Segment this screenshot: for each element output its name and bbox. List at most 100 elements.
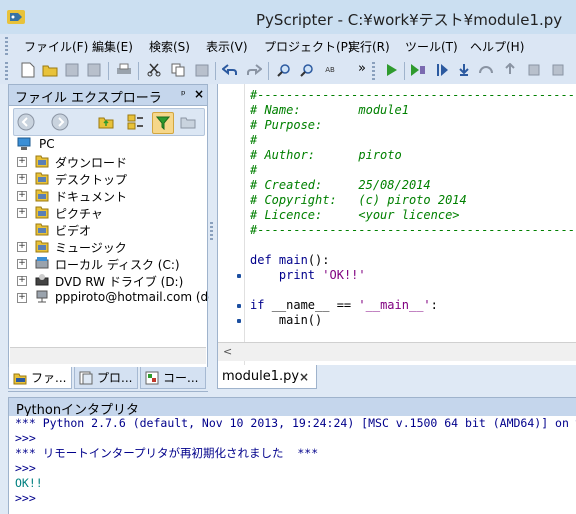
find-next-icon[interactable] <box>299 62 315 78</box>
menu-tools[interactable]: ツール(T) <box>405 38 458 55</box>
interpreter-console[interactable]: *** Python 2.7.6 (default, Nov 10 2013, … <box>8 416 576 514</box>
expand-icon[interactable]: + <box>17 157 27 167</box>
menu-edit[interactable]: 編集(E) <box>92 38 133 55</box>
videos-folder-icon <box>35 222 49 236</box>
code-line[interactable]: # Licence: <your licence> <box>250 208 576 223</box>
expand-icon[interactable]: + <box>17 242 27 252</box>
new-folder-icon[interactable] <box>178 112 198 132</box>
menu-view[interactable]: 表示(V) <box>206 38 248 55</box>
code-line[interactable]: main() <box>250 313 576 328</box>
print-icon[interactable] <box>116 62 132 78</box>
code-line[interactable]: # Created: 25/08/2014 <box>250 178 576 193</box>
save-all-icon[interactable] <box>86 62 102 78</box>
code-line[interactable]: #---------------------------------------… <box>250 88 576 103</box>
horizontal-scrollbar[interactable] <box>10 347 206 364</box>
menu-search[interactable]: 検索(S) <box>149 38 190 55</box>
expand-icon[interactable]: + <box>17 293 27 303</box>
back-icon[interactable] <box>16 112 36 132</box>
expand-icon[interactable]: + <box>17 259 27 269</box>
tab-project-explorer[interactable]: プロ... <box>74 367 138 389</box>
code-token: # Copyright: (c) piroto 2014 <box>250 193 467 207</box>
expand-icon[interactable]: + <box>17 191 27 201</box>
expand-icon[interactable]: + <box>17 208 27 218</box>
step-out-icon[interactable] <box>478 62 494 78</box>
menu-run[interactable]: 実行(R) <box>348 38 390 55</box>
code-line[interactable] <box>250 238 576 253</box>
desktop-folder-icon <box>35 171 49 185</box>
tree-item[interactable]: + ミュージック <box>9 238 207 255</box>
forward-icon[interactable] <box>50 112 70 132</box>
editor-horizontal-scrollbar[interactable]: < <box>218 342 576 361</box>
tab-file-explorer[interactable]: ファ... <box>8 367 72 389</box>
code-line[interactable]: # Author: piroto <box>250 148 576 163</box>
tree-item[interactable]: + デスクトップ <box>9 170 207 187</box>
save-icon[interactable] <box>64 62 80 78</box>
splitter-grip[interactable] <box>210 222 213 242</box>
cut-icon[interactable] <box>146 62 162 78</box>
tab-module1[interactable]: module1.py × <box>217 365 317 389</box>
code-line[interactable]: # Copyright: (c) piroto 2014 <box>250 193 576 208</box>
tree-item-label: ローカル ディスク (C:) <box>55 258 180 272</box>
replace-icon[interactable]: AB <box>322 62 338 78</box>
close-icon[interactable]: × <box>194 87 204 101</box>
open-folder-icon[interactable] <box>42 62 58 78</box>
run-icon[interactable] <box>384 62 400 78</box>
code-line[interactable]: # <box>250 133 576 148</box>
tab-code-explorer[interactable]: コー... <box>140 367 206 389</box>
expand-icon[interactable]: + <box>17 276 27 286</box>
code-line[interactable] <box>250 283 576 298</box>
tree-item[interactable]: + DVD RW ドライブ (D:) <box>9 272 207 289</box>
tree-item[interactable]: + ダウンロード <box>9 153 207 170</box>
filter-icon[interactable] <box>152 112 174 134</box>
menu-project[interactable]: プロジェクト(P) <box>264 38 353 55</box>
editor-gutter[interactable] <box>218 84 245 365</box>
breakpoint-marker[interactable] <box>237 274 241 278</box>
python-icon[interactable] <box>6 8 26 26</box>
toolbar-extra-icon[interactable] <box>550 62 566 78</box>
close-tab-icon[interactable]: × <box>299 370 309 384</box>
find-icon[interactable] <box>276 62 292 78</box>
tree-item-label: ピクチャ <box>55 207 103 221</box>
code-editor[interactable]: #---------------------------------------… <box>217 84 576 365</box>
expand-icon[interactable]: + <box>17 174 27 184</box>
redo-icon[interactable] <box>246 62 262 78</box>
tree-item[interactable]: + ドキュメント <box>9 187 207 204</box>
code-line[interactable]: if __name__ == '__main__': <box>250 298 576 313</box>
toolbar-grip[interactable] <box>5 62 8 80</box>
code-line[interactable]: # Name: module1 <box>250 103 576 118</box>
code-line[interactable]: def main(): <box>250 253 576 268</box>
menu-help[interactable]: ヘルプ(H) <box>470 38 524 55</box>
code-text[interactable]: #---------------------------------------… <box>250 88 576 328</box>
step-over-icon[interactable] <box>456 62 472 78</box>
downloads-folder-icon <box>35 154 49 168</box>
code-line[interactable]: # Purpose: <box>250 118 576 133</box>
debug-icon[interactable] <box>410 62 426 78</box>
views-icon[interactable] <box>126 112 146 132</box>
step-into-icon[interactable] <box>434 62 450 78</box>
paste-icon[interactable] <box>194 62 210 78</box>
tree-item[interactable]: + ピクチャ <box>9 204 207 221</box>
copy-icon[interactable] <box>170 62 186 78</box>
menu-grip[interactable] <box>5 37 8 55</box>
code-line[interactable]: # <box>250 163 576 178</box>
tree-item[interactable]: ビデオ <box>9 221 207 238</box>
folder-up-icon[interactable] <box>96 112 116 132</box>
pin-icon[interactable]: ᵖ <box>181 88 186 101</box>
tree-item-label: ビデオ <box>55 224 92 238</box>
undo-icon[interactable] <box>222 62 238 78</box>
menu-file[interactable]: ファイル(F) <box>24 38 88 55</box>
new-file-icon[interactable] <box>20 62 36 78</box>
tree-item[interactable]: + ローカル ディスク (C:) <box>9 255 207 272</box>
toolbar-grip[interactable] <box>372 62 375 80</box>
scroll-left-icon[interactable]: < <box>223 345 232 358</box>
code-line[interactable]: #---------------------------------------… <box>250 223 576 238</box>
overflow-icon[interactable]: » <box>354 60 370 76</box>
breakpoint-marker[interactable] <box>237 319 241 323</box>
tree-item[interactable]: + pppiroto@hotmail.com (do <box>9 289 216 306</box>
code-line[interactable]: print 'OK!!' <box>250 268 576 283</box>
tree-item[interactable]: PC <box>9 136 207 153</box>
stop-icon[interactable] <box>526 62 542 78</box>
toolbar-separator <box>108 62 109 80</box>
breakpoint-marker[interactable] <box>237 304 241 308</box>
pause-icon[interactable] <box>502 62 518 78</box>
